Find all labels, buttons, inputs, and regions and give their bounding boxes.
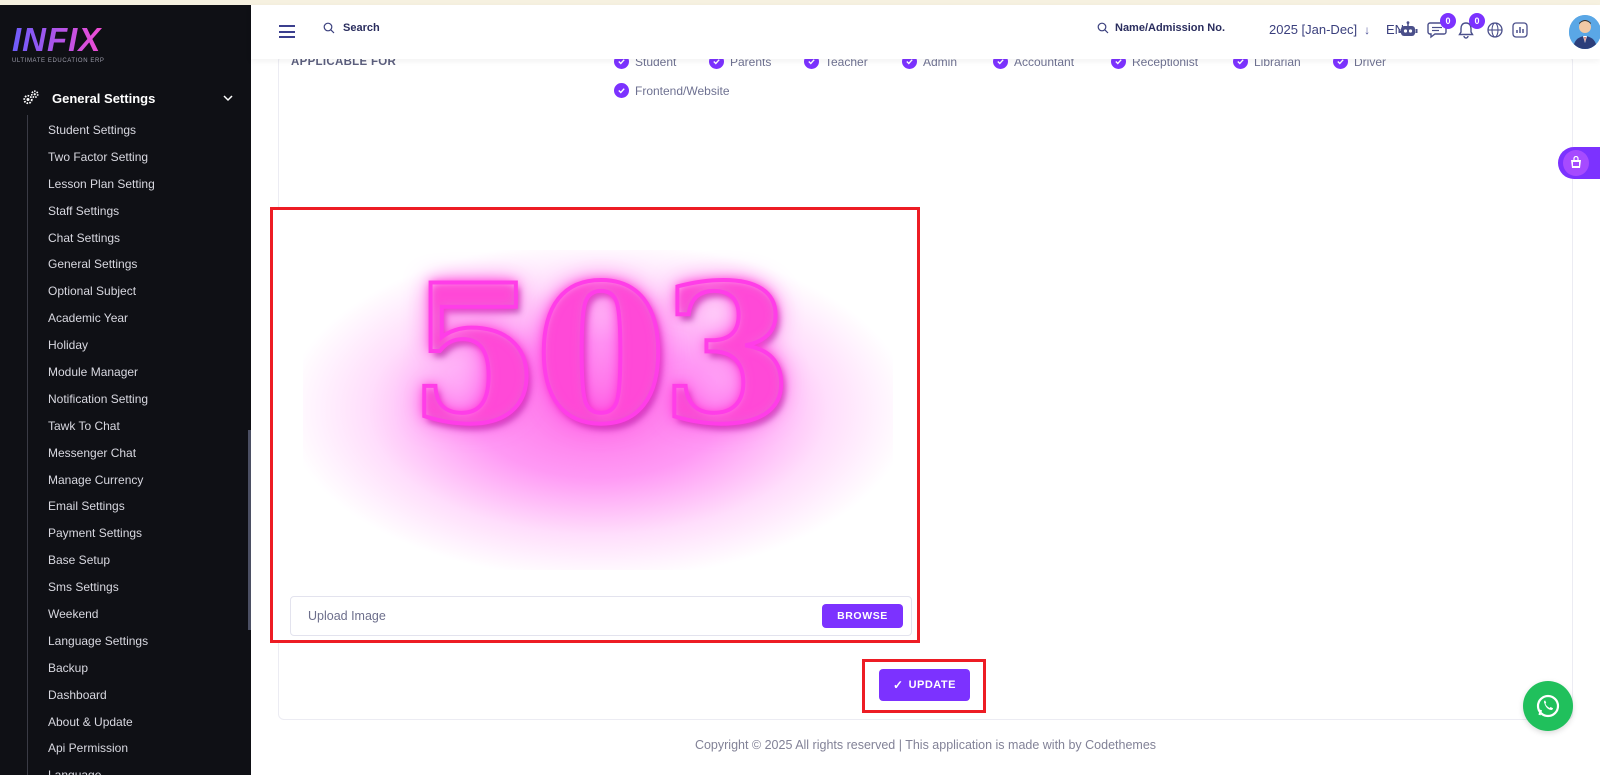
sidebar: INFIX ULTIMATE EDUCATION ERP General Set… — [0, 5, 251, 775]
sidebar-item-language[interactable]: Language — [48, 762, 155, 775]
sidebar-item-two-factor-setting[interactable]: Two Factor Setting — [48, 144, 155, 171]
robot-icon[interactable] — [1397, 19, 1419, 41]
sidebar-item-weekend[interactable]: Weekend — [48, 601, 155, 628]
gears-icon — [23, 90, 39, 105]
sidebar-item-module-manager[interactable]: Module Manager — [48, 359, 155, 386]
footer: Copyright © 2025 All rights reserved | T… — [0, 738, 1600, 752]
sidebar-item-chat-settings[interactable]: Chat Settings — [48, 225, 155, 252]
sidebar-item-notification-setting[interactable]: Notification Setting — [48, 386, 155, 413]
logo[interactable]: INFIX ULTIMATE EDUCATION ERP — [12, 23, 105, 64]
admission-search-label: Name/Admission No. — [1115, 22, 1226, 34]
globe-icon[interactable] — [1484, 19, 1506, 41]
browse-button[interactable]: BROWSE — [822, 604, 903, 628]
notification-badge: 0 — [1469, 13, 1485, 29]
sidebar-item-lesson-plan-setting[interactable]: Lesson Plan Setting — [48, 171, 155, 198]
chevron-down-icon — [223, 95, 233, 102]
chat-icon[interactable]: 0 — [1426, 13, 1456, 41]
academic-year-value: 2025 [Jan-Dec] — [1269, 22, 1358, 37]
search-icon — [1097, 22, 1109, 34]
sidebar-item-sms-settings[interactable]: Sms Settings — [48, 574, 155, 601]
sidebar-item-messenger-chat[interactable]: Messenger Chat — [48, 440, 155, 467]
checkbox-label: Frontend/Website — [635, 83, 730, 98]
sidebar-item-student-settings[interactable]: Student Settings — [48, 117, 155, 144]
sidebar-item-dashboard[interactable]: Dashboard — [48, 682, 155, 709]
shop-icon — [1563, 150, 1589, 176]
upload-image-field[interactable]: Upload Image BROWSE — [290, 596, 912, 636]
reports-icon[interactable] — [1509, 19, 1531, 41]
error-image-preview: 503 — [270, 207, 920, 643]
avatar[interactable] — [1569, 15, 1600, 49]
top-search[interactable]: Search — [323, 22, 380, 34]
academic-year-select[interactable]: 2025 [Jan-Dec] ↓ — [1269, 22, 1370, 37]
sidebar-item-base-setup[interactable]: Base Setup — [48, 547, 155, 574]
sidebar-tree-line — [27, 115, 28, 775]
sidebar-item-tawk-to-chat[interactable]: Tawk To Chat — [48, 413, 155, 440]
preview-503-text: 503 — [407, 243, 796, 466]
sidebar-item-academic-year[interactable]: Academic Year — [48, 305, 155, 332]
sidebar-menu: Student Settings Two Factor Setting Less… — [48, 117, 155, 775]
topbar: Search Name/Admission No. 2025 [Jan-Dec]… — [251, 5, 1600, 59]
upload-image-placeholder: Upload Image — [308, 609, 386, 623]
arrow-down-icon: ↓ — [1364, 22, 1371, 37]
top-search-label: Search — [343, 22, 380, 34]
update-button-label: UPDATE — [908, 679, 956, 691]
sidebar-scrollbar[interactable] — [248, 430, 251, 630]
bell-icon[interactable]: 0 — [1455, 13, 1485, 41]
sidebar-section-general-settings[interactable]: General Settings — [22, 87, 234, 109]
sidebar-item-holiday[interactable]: Holiday — [48, 332, 155, 359]
admission-search[interactable]: Name/Admission No. — [1097, 22, 1225, 34]
sidebar-section-label: General Settings — [52, 90, 156, 106]
check-icon — [614, 83, 629, 98]
footer-copyright: Copyright © 2025 All rights reserved | T… — [694, 738, 1157, 752]
logo-tagline: ULTIMATE EDUCATION ERP — [12, 58, 105, 64]
whatsapp-icon[interactable] — [1523, 681, 1573, 731]
sidebar-item-general-settings[interactable]: General Settings — [48, 251, 155, 278]
menu-toggle-icon[interactable] — [279, 25, 295, 38]
sidebar-item-language-settings[interactable]: Language Settings — [48, 628, 155, 655]
check-icon: ✓ — [893, 678, 904, 692]
chat-badge: 0 — [1440, 13, 1456, 29]
sidebar-item-optional-subject[interactable]: Optional Subject — [48, 278, 155, 305]
checkbox-frontend-website[interactable]: Frontend/Website — [614, 83, 730, 98]
sidebar-item-email-settings[interactable]: Email Settings — [48, 493, 155, 520]
sidebar-item-payment-settings[interactable]: Payment Settings — [48, 520, 155, 547]
side-widget-tab[interactable] — [1558, 147, 1600, 179]
sidebar-item-staff-settings[interactable]: Staff Settings — [48, 198, 155, 225]
logo-text: INFIX — [12, 23, 105, 56]
sidebar-item-manage-currency[interactable]: Manage Currency — [48, 467, 155, 494]
sidebar-item-about-update[interactable]: About & Update — [48, 709, 155, 736]
sidebar-item-backup[interactable]: Backup — [48, 655, 155, 682]
search-icon — [323, 22, 335, 34]
update-button[interactable]: ✓ UPDATE — [879, 669, 970, 701]
